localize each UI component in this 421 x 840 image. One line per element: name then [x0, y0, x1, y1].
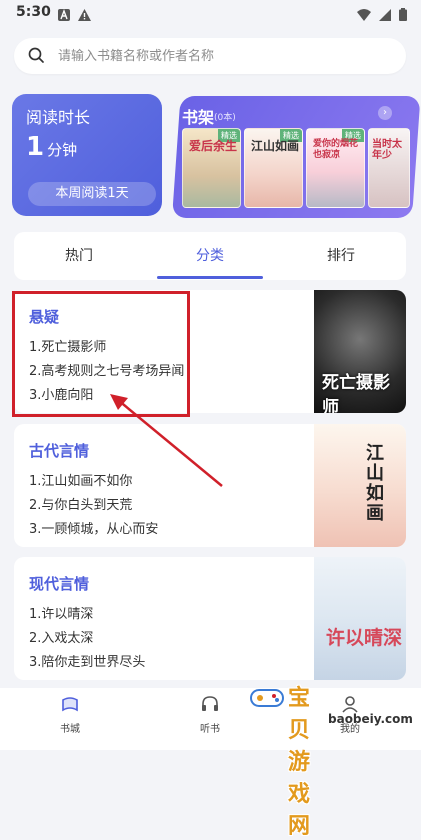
- watermark-url: baobeiy.com: [328, 712, 413, 726]
- gamepad-icon: [250, 684, 284, 714]
- nav-label: 书城: [60, 724, 80, 735]
- nav-book-city[interactable]: 书城: [40, 694, 100, 735]
- nav-audiobook[interactable]: 听书: [180, 694, 240, 735]
- book-city-icon: [60, 697, 80, 718]
- nav-label: 听书: [200, 724, 220, 735]
- annotation-arrow: [110, 394, 223, 487]
- headphones-icon: [200, 696, 220, 718]
- watermark-text: 宝贝游戏网: [288, 686, 312, 839]
